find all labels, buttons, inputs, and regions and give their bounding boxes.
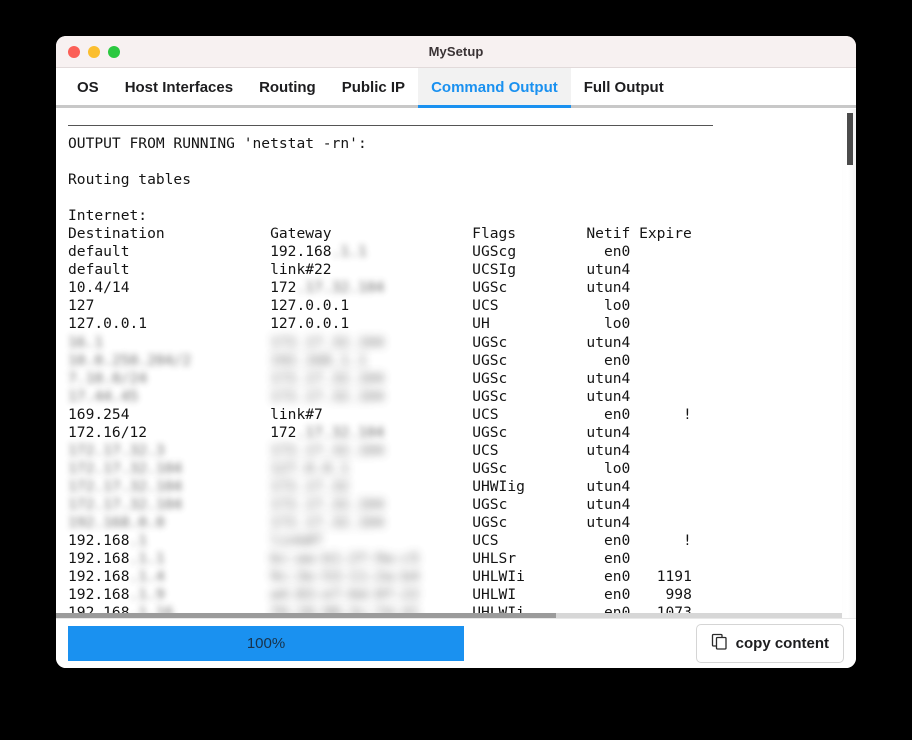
terminal-output-text: OUTPUT FROM RUNNING 'netstat -rn': Routi… bbox=[68, 135, 692, 618]
progress-bar: 100% bbox=[68, 626, 464, 661]
progress-label: 100% bbox=[246, 635, 286, 652]
maximize-window-button[interactable] bbox=[108, 45, 120, 58]
tab-full-output[interactable]: Full Output bbox=[571, 68, 677, 106]
vertical-scrollbar-track[interactable] bbox=[842, 109, 856, 618]
command-output-panel: OUTPUT FROM RUNNING 'netstat -rn': Routi… bbox=[56, 106, 856, 618]
tab-routing[interactable]: Routing bbox=[246, 68, 329, 106]
horizontal-scrollbar-thumb[interactable] bbox=[56, 613, 556, 618]
tab-command-output[interactable]: Command Output bbox=[418, 68, 571, 108]
copy-icon bbox=[711, 633, 728, 654]
minimize-window-button[interactable] bbox=[88, 45, 100, 58]
close-window-button[interactable] bbox=[68, 45, 80, 58]
tab-host-interfaces[interactable]: Host Interfaces bbox=[112, 68, 246, 106]
horizontal-rule bbox=[68, 125, 713, 126]
copy-content-button[interactable]: copy content bbox=[695, 624, 844, 663]
terminal-output-scroll-area[interactable]: OUTPUT FROM RUNNING 'netstat -rn': Routi… bbox=[56, 109, 856, 618]
window-traffic-lights bbox=[68, 36, 120, 67]
bottom-bar: 100% copy content bbox=[56, 618, 856, 668]
tab-public-ip[interactable]: Public IP bbox=[329, 68, 418, 106]
horizontal-scrollbar-track[interactable] bbox=[56, 613, 842, 618]
app-window: MySetup OS Host Interfaces Routing Publi… bbox=[56, 36, 856, 668]
vertical-scrollbar-thumb[interactable] bbox=[847, 113, 853, 165]
copy-content-label: copy content bbox=[735, 635, 829, 652]
tab-bar: OS Host Interfaces Routing Public IP Com… bbox=[56, 68, 856, 108]
window-titlebar: MySetup bbox=[56, 36, 856, 68]
tab-os[interactable]: OS bbox=[64, 68, 112, 106]
window-title: MySetup bbox=[428, 44, 484, 59]
